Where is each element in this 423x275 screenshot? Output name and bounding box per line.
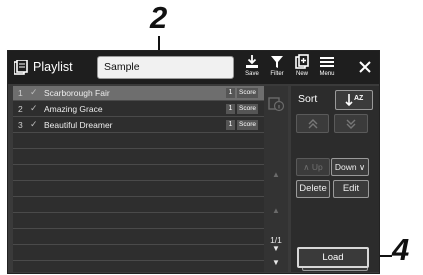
list-item-empty[interactable] [13, 198, 264, 213]
move-down-button[interactable]: Down ∨ [331, 158, 369, 176]
sort-az-button[interactable]: AZ [335, 90, 373, 110]
side-panel: Sort AZ ∧ Up Down ∨ Delete Edit Add [291, 86, 379, 272]
new-label: New [295, 71, 308, 77]
list-item-empty[interactable] [13, 166, 264, 181]
record-count-badge: 1 [226, 120, 235, 130]
filter-label: Filter [270, 71, 284, 77]
menu-icon [320, 57, 334, 67]
new-icon [294, 54, 309, 69]
title-bar: Playlist Sample Save Filter New Menu [8, 51, 379, 84]
menu-label: Menu [319, 71, 335, 77]
load-button[interactable]: Load [297, 247, 369, 268]
checkmark-icon: ✓ [30, 103, 38, 113]
callout-number-2: 2 [150, 0, 168, 35]
list-item-empty[interactable] [13, 214, 264, 229]
page-down-icon[interactable]: ▼ [264, 244, 288, 253]
move-down-label: Down [334, 162, 357, 172]
info-icon[interactable] [264, 96, 288, 112]
filter-button[interactable]: Filter [265, 53, 289, 82]
chevron-up-icon: ∧ [303, 162, 310, 172]
record-count-badge: 1 [226, 88, 235, 98]
record-list: 1 ✓ Scarborough Fair 1 Score 2 ✓ Amazing… [13, 86, 264, 272]
record-number: 3 [18, 120, 23, 130]
list-item-empty[interactable] [13, 134, 264, 149]
move-up-label: Up [311, 162, 323, 172]
score-badge: Score [237, 104, 258, 114]
record-title: Amazing Grace [44, 104, 103, 114]
sort-az-text: AZ [354, 95, 364, 102]
double-chevron-up-icon [308, 119, 317, 129]
scroll-up-icon[interactable]: ▲ [264, 206, 288, 215]
sort-down-button[interactable] [334, 114, 368, 133]
record-number: 1 [18, 88, 23, 98]
list-item-empty[interactable] [13, 150, 264, 165]
callout-number-4: 4 [392, 232, 410, 267]
sort-az-icon: AZ [345, 94, 364, 107]
edit-button[interactable]: Edit [333, 180, 369, 198]
playlist-screen: Playlist Sample Save Filter New Menu 1 ✓… [7, 50, 380, 274]
list-item-empty[interactable] [13, 182, 264, 197]
page-title: Playlist [33, 60, 73, 74]
list-item[interactable]: 2 ✓ Amazing Grace 1 Score [13, 102, 264, 117]
filter-icon [271, 56, 283, 68]
chevron-down-icon: ∨ [358, 162, 366, 172]
list-item[interactable]: 3 ✓ Beautiful Dreamer 1 Score [13, 118, 264, 133]
record-number: 2 [18, 104, 23, 114]
menu-button[interactable]: Menu [315, 53, 339, 82]
move-up-button[interactable]: ∧ Up [296, 158, 330, 176]
list-item-empty[interactable] [13, 246, 264, 261]
close-icon[interactable] [355, 56, 375, 78]
checkmark-icon: ✓ [30, 87, 38, 97]
record-title: Beautiful Dreamer [44, 120, 113, 130]
checkmark-icon: ✓ [30, 119, 38, 129]
save-label: Save [245, 71, 259, 77]
score-badge: Score [237, 120, 258, 130]
page-up-icon[interactable]: ▲ [264, 170, 288, 179]
score-badge: Score [237, 88, 258, 98]
record-count-badge: 1 [226, 104, 235, 114]
sort-up-button[interactable] [296, 114, 329, 133]
list-item-empty[interactable] [13, 230, 264, 245]
new-button[interactable]: New [290, 53, 314, 82]
playlist-name-field[interactable]: Sample [97, 56, 234, 79]
playlist-name-value: Sample [104, 61, 140, 73]
record-title: Scarborough Fair [44, 88, 110, 98]
delete-button[interactable]: Delete [296, 180, 330, 198]
list-item[interactable]: 1 ✓ Scarborough Fair 1 Score [13, 86, 264, 101]
save-button[interactable]: Save [240, 53, 264, 82]
sort-label: Sort [298, 93, 318, 105]
scroll-down-icon[interactable]: ▼ [264, 258, 288, 267]
playlist-icon [14, 60, 28, 75]
save-icon [246, 55, 258, 68]
double-chevron-down-icon [346, 119, 356, 129]
